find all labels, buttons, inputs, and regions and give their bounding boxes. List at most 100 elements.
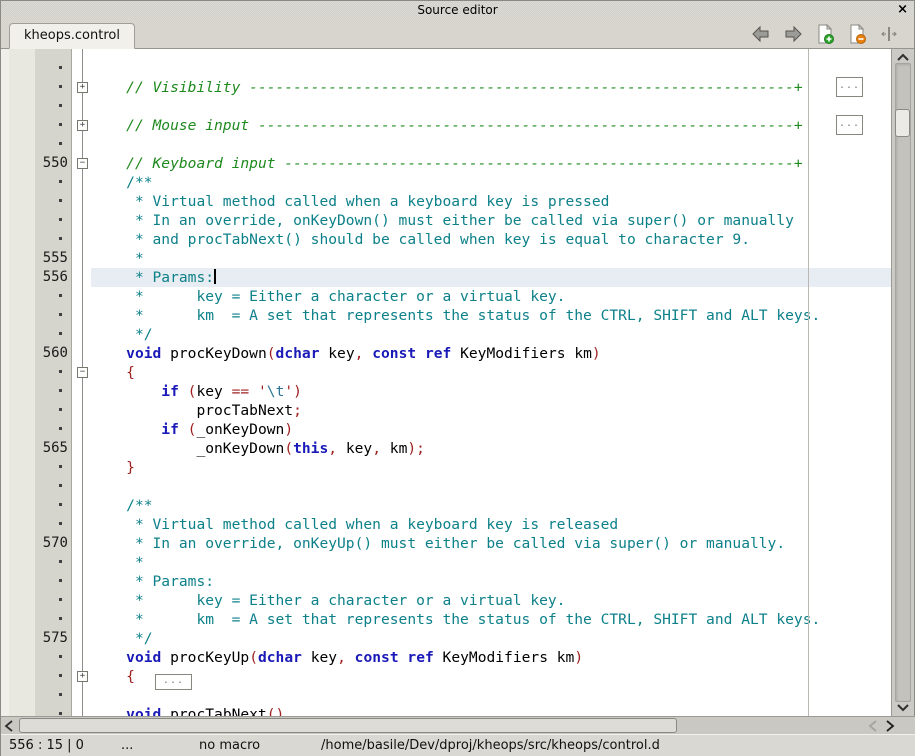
bookmark-cell[interactable]: [9, 591, 35, 610]
line-content[interactable]: * key = Either a character or a virtual …: [91, 591, 891, 610]
line-number[interactable]: [35, 97, 72, 116]
line-number[interactable]: [35, 648, 72, 667]
fold-cell[interactable]: [75, 705, 91, 716]
line-content[interactable]: */: [91, 629, 891, 648]
bookmark-cell[interactable]: [9, 629, 35, 648]
bookmark-cell[interactable]: [9, 705, 35, 716]
fold-cell[interactable]: [75, 591, 91, 610]
bookmark-cell[interactable]: [9, 211, 35, 230]
code-line[interactable]: * In an override, onKeyDown() must eithe…: [1, 211, 891, 230]
fold-cell[interactable]: +: [75, 78, 91, 97]
code-line[interactable]: */: [1, 325, 891, 344]
line-content[interactable]: void procKeyDown(dchar key, const ref Ke…: [91, 344, 891, 363]
line-number[interactable]: 565: [35, 439, 72, 458]
fold-cell[interactable]: [75, 230, 91, 249]
line-content[interactable]: * In an override, onKeyUp() must either …: [91, 534, 891, 553]
fold-expand-icon[interactable]: +: [77, 120, 88, 131]
code-line[interactable]: [1, 686, 891, 705]
line-content[interactable]: // Visibility --------------------------…: [91, 78, 891, 97]
fold-cell[interactable]: +: [75, 667, 91, 686]
line-number[interactable]: [35, 192, 72, 211]
vertical-scrollbar-track[interactable]: [895, 63, 911, 702]
line-number[interactable]: 560: [35, 344, 72, 363]
line-content[interactable]: }: [91, 458, 891, 477]
line-number[interactable]: [35, 382, 72, 401]
line-number[interactable]: [35, 572, 72, 591]
line-content[interactable]: *: [91, 249, 891, 268]
code-line[interactable]: if (_onKeyDown): [1, 420, 891, 439]
line-content[interactable]: * Virtual method called when a keyboard …: [91, 192, 891, 211]
bookmark-cell[interactable]: [9, 458, 35, 477]
line-number[interactable]: 550: [35, 154, 72, 173]
bookmark-cell[interactable]: [9, 97, 35, 116]
fold-cell[interactable]: +: [75, 116, 91, 135]
line-number[interactable]: [35, 667, 72, 686]
line-number[interactable]: [35, 306, 72, 325]
line-content[interactable]: {: [91, 363, 891, 382]
fold-cell[interactable]: [75, 553, 91, 572]
line-number[interactable]: [35, 591, 72, 610]
line-content[interactable]: [91, 59, 891, 78]
line-content[interactable]: // Mouse input -------------------------…: [91, 116, 891, 135]
line-number[interactable]: [35, 211, 72, 230]
bookmark-cell[interactable]: [9, 268, 35, 287]
tab-kheops-control[interactable]: kheops.control: [9, 23, 135, 49]
line-number[interactable]: [35, 515, 72, 534]
new-document-button[interactable]: [814, 23, 836, 45]
code-line[interactable]: 570 * In an override, onKeyUp() must eit…: [1, 534, 891, 553]
code-line[interactable]: * km = A set that represents the status …: [1, 306, 891, 325]
fold-cell[interactable]: [75, 515, 91, 534]
fold-cell[interactable]: [75, 496, 91, 515]
line-content[interactable]: procTabNext;: [91, 401, 891, 420]
fold-cell[interactable]: [75, 382, 91, 401]
code-line[interactable]: /**: [1, 496, 891, 515]
line-number[interactable]: 555: [35, 249, 72, 268]
line-content[interactable]: _onKeyDown(this, key, km);: [91, 439, 891, 458]
code-line[interactable]: + // Visibility ------------------------…: [1, 78, 891, 97]
line-number[interactable]: [35, 116, 72, 135]
scroll-up-button[interactable]: [892, 50, 914, 64]
line-number[interactable]: 556: [35, 268, 72, 287]
line-content[interactable]: {...: [91, 667, 891, 686]
bookmark-cell[interactable]: [9, 572, 35, 591]
line-content[interactable]: if (_onKeyDown): [91, 420, 891, 439]
code-line[interactable]: [1, 97, 891, 116]
code-line[interactable]: 560 void procKeyDown(dchar key, const re…: [1, 344, 891, 363]
line-content[interactable]: */: [91, 325, 891, 344]
bookmark-cell[interactable]: [9, 496, 35, 515]
line-content[interactable]: * Params:: [91, 572, 891, 591]
line-number[interactable]: [35, 135, 72, 154]
line-number[interactable]: [35, 553, 72, 572]
line-number[interactable]: [35, 496, 72, 515]
fold-cell[interactable]: [75, 534, 91, 553]
fold-collapse-icon[interactable]: −: [77, 367, 88, 378]
code-line[interactable]: * key = Either a character or a virtual …: [1, 591, 891, 610]
vertical-scrollbar-thumb[interactable]: [895, 109, 910, 137]
titlebar[interactable]: Source editor ×: [1, 1, 914, 19]
line-number[interactable]: [35, 420, 72, 439]
fold-cell[interactable]: [75, 59, 91, 78]
fold-expand-icon[interactable]: +: [77, 671, 88, 682]
fold-cell[interactable]: [75, 173, 91, 192]
code-line[interactable]: 575 */: [1, 629, 891, 648]
bookmark-cell[interactable]: [9, 477, 35, 496]
fold-cell[interactable]: [75, 458, 91, 477]
line-number[interactable]: [35, 401, 72, 420]
code-line[interactable]: 565 _onKeyDown(this, key, km);: [1, 439, 891, 458]
bookmark-cell[interactable]: [9, 135, 35, 154]
fold-cell[interactable]: [75, 249, 91, 268]
line-content[interactable]: /**: [91, 173, 891, 192]
close-window-icon[interactable]: ×: [897, 2, 908, 18]
line-number[interactable]: [35, 363, 72, 382]
split-view-button[interactable]: [878, 23, 900, 45]
scroll-right-button[interactable]: [882, 717, 898, 734]
bookmark-cell[interactable]: [9, 363, 35, 382]
scroll-left-button-secondary[interactable]: [865, 717, 881, 734]
fold-cell[interactable]: [75, 268, 91, 287]
code-line[interactable]: 555 *: [1, 249, 891, 268]
line-number[interactable]: [35, 458, 72, 477]
code-line[interactable]: * Params:: [1, 572, 891, 591]
line-number[interactable]: [35, 325, 72, 344]
fold-cell[interactable]: [75, 572, 91, 591]
line-number[interactable]: [35, 78, 72, 97]
